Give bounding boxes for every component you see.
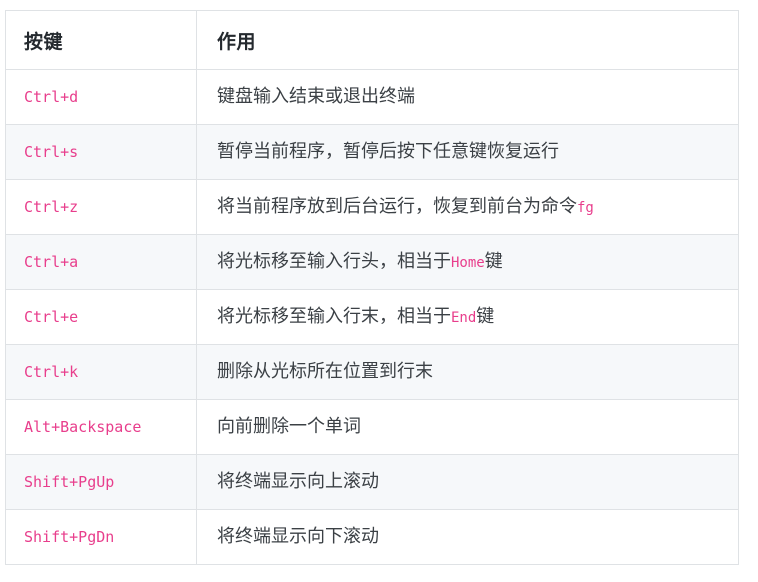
description-text: 删除从光标所在位置到行末: [217, 361, 433, 382]
shortcut-key-cell: Alt+Backspace: [5, 399, 197, 455]
description-text: 将终端显示向上滚动: [217, 471, 379, 492]
inline-code: End: [451, 310, 477, 327]
table-header: 按键 作用: [5, 10, 739, 70]
shortcut-description-cell: 暂停当前程序，暂停后按下任意键恢复运行: [196, 124, 739, 180]
table-row: Shift+PgDn 将终端显示向下滚动: [5, 509, 739, 565]
shortcut-key-cell: Ctrl+a: [5, 234, 197, 290]
shortcut-key-cell: Shift+PgDn: [5, 509, 197, 565]
description-text: 键盘输入结束或退出终端: [217, 86, 415, 107]
table-row: Ctrl+d 键盘输入结束或退出终端: [5, 69, 739, 125]
shortcut-key-cell: Ctrl+s: [5, 124, 197, 180]
table-row: Shift+PgUp 将终端显示向上滚动: [5, 454, 739, 510]
description-text-suffix: 键: [484, 251, 503, 272]
inline-code: fg: [577, 200, 594, 217]
description-text-suffix: 键: [476, 306, 495, 327]
shortcut-description-cell: 向前删除一个单词: [196, 399, 739, 455]
column-header-description: 作用: [196, 10, 739, 70]
table-row: Ctrl+e 将光标移至输入行末，相当于End键: [5, 289, 739, 345]
shortcut-description-cell: 将终端显示向下滚动: [196, 509, 739, 565]
description-text: 将当前程序放到后台运行，恢复到前台为命令: [217, 196, 577, 217]
shortcut-description-cell: 将光标移至输入行头，相当于Home键: [196, 234, 739, 290]
table-body: Ctrl+d 键盘输入结束或退出终端 Ctrl+s 暂停当前程序，暂停后按下任意键恢复…: [5, 69, 739, 565]
shortcut-description-cell: 删除从光标所在位置到行末: [196, 344, 739, 400]
table-row: Ctrl+a 将光标移至输入行头，相当于Home键: [5, 234, 739, 290]
table-row: Ctrl+z 将当前程序放到后台运行，恢复到前台为命令fg: [5, 179, 739, 235]
column-header-key: 按键: [5, 10, 197, 70]
shortcut-description-cell: 将终端显示向上滚动: [196, 454, 739, 510]
shortcut-key-cell: Ctrl+k: [5, 344, 197, 400]
inline-code: Home: [451, 255, 485, 272]
table-row: Alt+Backspace 向前删除一个单词: [5, 399, 739, 455]
page-container: 按键 作用 Ctrl+d 键盘输入结束或退出终端 Ctrl+s 暂停当前程序，暂停后按…: [0, 0, 758, 582]
shortcut-key-cell: Ctrl+z: [5, 179, 197, 235]
shortcut-description-cell: 键盘输入结束或退出终端: [196, 69, 739, 125]
shortcut-description-cell: 将光标移至输入行末，相当于End键: [196, 289, 739, 345]
shortcut-key-cell: Shift+PgUp: [5, 454, 197, 510]
description-text: 将光标移至输入行头，相当于: [217, 251, 451, 272]
shortcut-key-cell: Ctrl+d: [5, 69, 197, 125]
description-text: 暂停当前程序，暂停后按下任意键恢复运行: [217, 141, 559, 162]
description-text: 将光标移至输入行末，相当于: [217, 306, 451, 327]
terminal-shortcuts-table: 按键 作用 Ctrl+d 键盘输入结束或退出终端 Ctrl+s 暂停当前程序，暂停后按…: [5, 10, 739, 565]
table-row: Ctrl+k 删除从光标所在位置到行末: [5, 344, 739, 400]
shortcut-key-cell: Ctrl+e: [5, 289, 197, 345]
shortcut-description-cell: 将当前程序放到后台运行，恢复到前台为命令fg: [196, 179, 739, 235]
table-row: Ctrl+s 暂停当前程序，暂停后按下任意键恢复运行: [5, 124, 739, 180]
table-header-row: 按键 作用: [5, 10, 739, 70]
description-text: 向前删除一个单词: [217, 416, 361, 437]
description-text: 将终端显示向下滚动: [217, 526, 379, 547]
